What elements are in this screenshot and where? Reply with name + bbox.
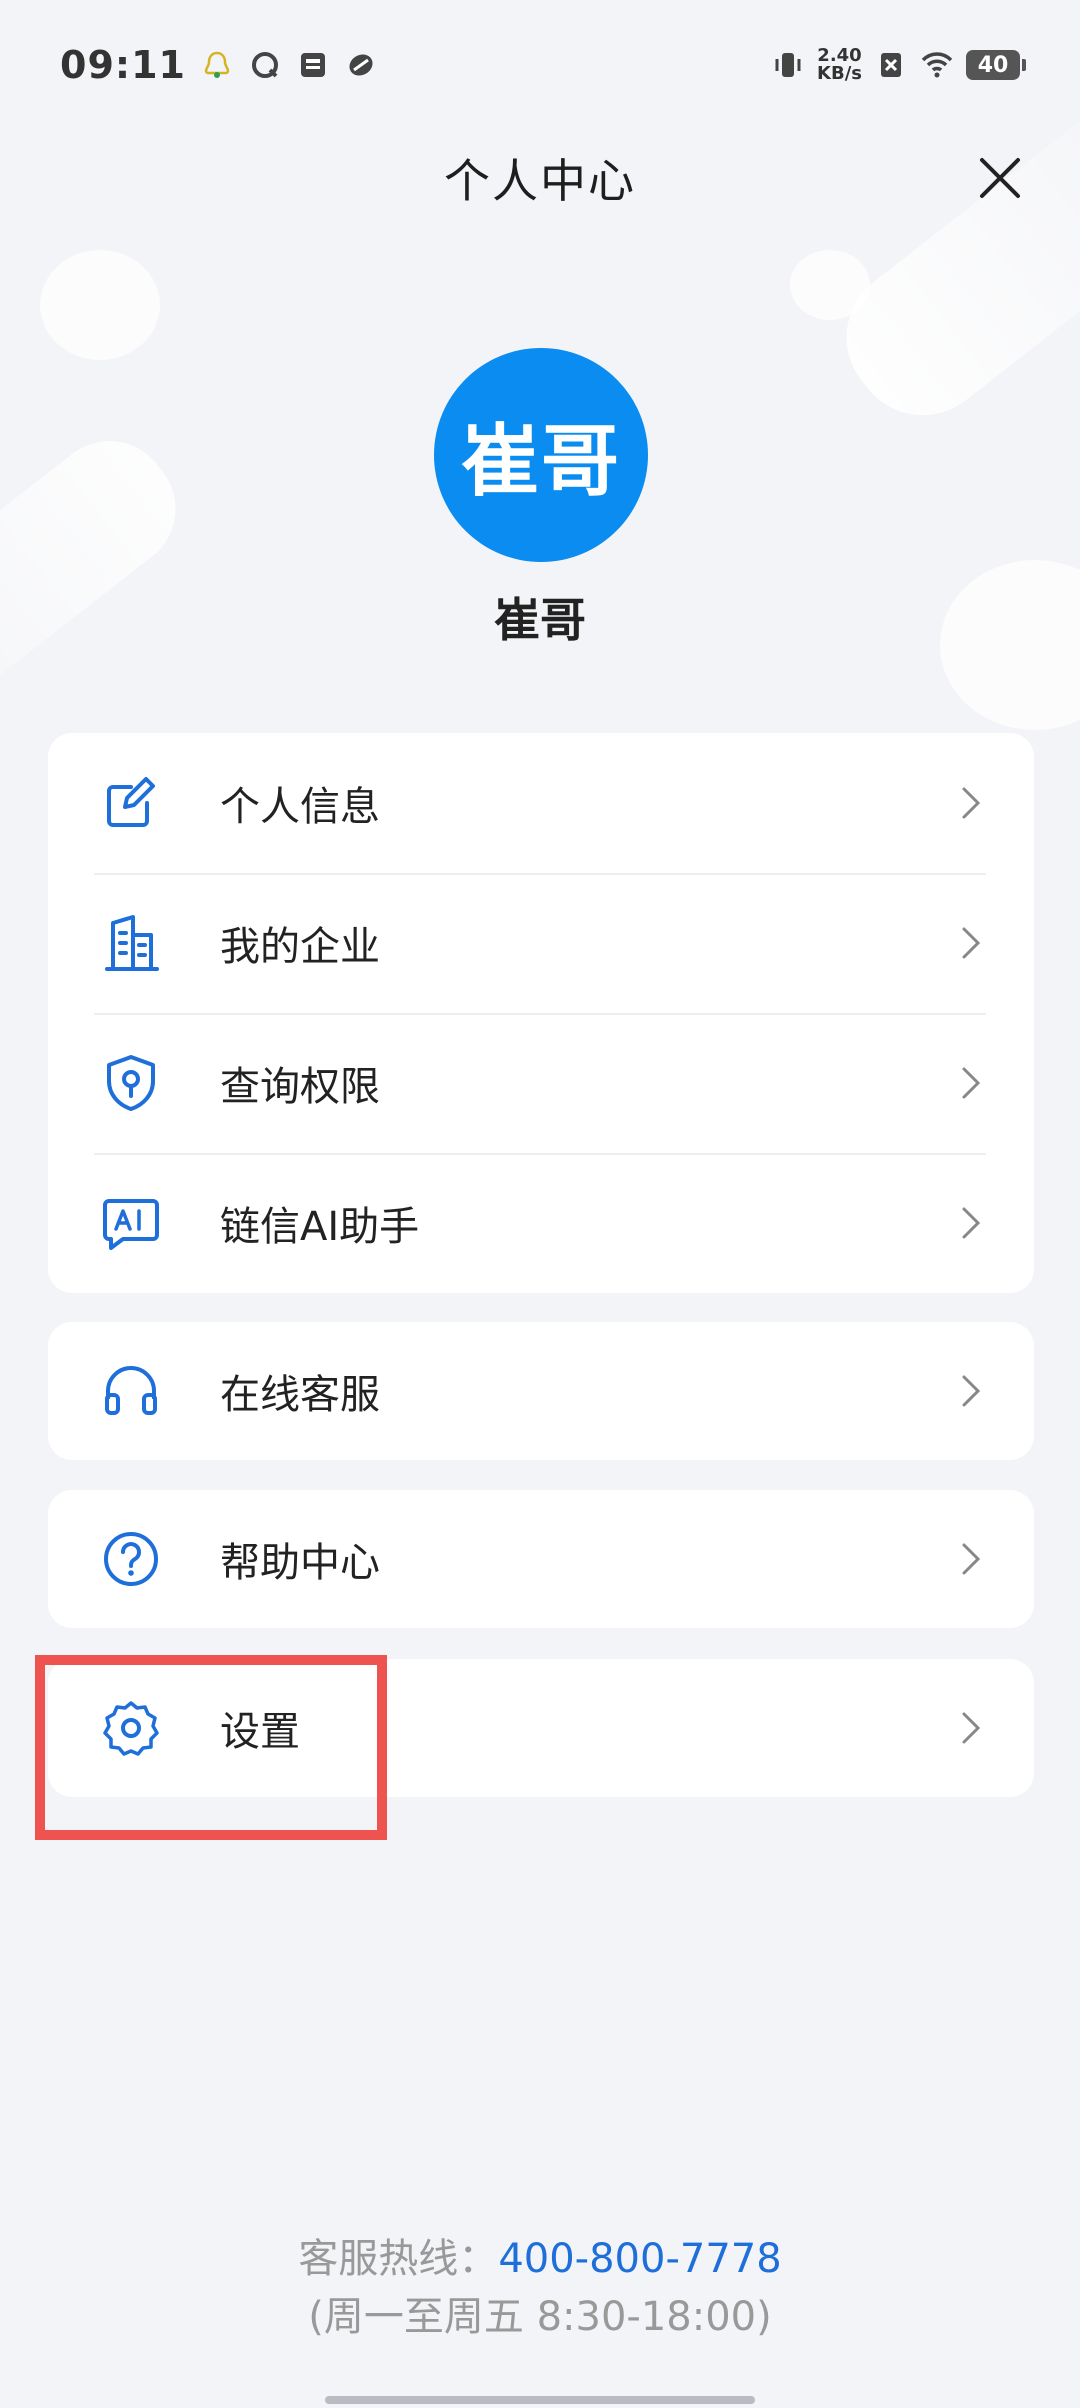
home-indicator[interactable] xyxy=(325,2396,755,2404)
chevron-right-icon xyxy=(962,1712,981,1744)
shield-icon xyxy=(100,1052,162,1114)
menu-item-help-center[interactable]: 帮助中心 xyxy=(48,1490,1034,1628)
chevron-right-icon xyxy=(962,1543,981,1575)
network-speed: 2.40 KB/s xyxy=(817,47,862,83)
close-button[interactable] xyxy=(970,148,1030,208)
menu-item-ai-assistant[interactable]: 链信AI助手 xyxy=(48,1153,1034,1293)
hotline-number-link[interactable]: 400-800-7778 xyxy=(498,2236,781,2282)
page-header: 个人中心 xyxy=(0,130,1080,226)
menu-item-label: 我的企业 xyxy=(220,924,380,970)
chevron-right-icon xyxy=(962,927,981,959)
battery-indicator: 40 xyxy=(966,50,1026,80)
wifi-icon xyxy=(921,52,953,78)
page-title: 个人中心 xyxy=(444,154,636,208)
personal-center-screen: 09:11 2.40 KB/s 40 个人中心 崔哥 崔哥 个人信息 我的企业 … xyxy=(0,0,1080,2408)
menu-item-my-enterprise[interactable]: 我的企业 xyxy=(48,873,1034,1013)
service-hours: (周一至周五 8:30-18:00) xyxy=(308,2294,772,2340)
chevron-right-icon xyxy=(962,1067,981,1099)
avatar-text: 崔哥 xyxy=(460,417,621,507)
edit-icon xyxy=(100,772,162,834)
menu-card-help: 帮助中心 xyxy=(48,1490,1034,1628)
menu-item-personal-info[interactable]: 个人信息 xyxy=(48,733,1034,873)
menu-item-label: 链信AI助手 xyxy=(220,1204,420,1250)
status-bar: 09:11 2.40 KB/s 40 xyxy=(0,0,1080,130)
status-time: 09:11 xyxy=(60,43,186,87)
chevron-right-icon xyxy=(962,787,981,819)
hotline-label: 客服热线： xyxy=(298,2236,499,2282)
status-right: 2.40 KB/s 40 xyxy=(771,47,1026,83)
background-bubble xyxy=(40,250,160,360)
avatar[interactable]: 崔哥 xyxy=(434,348,648,562)
menu-item-label: 查询权限 xyxy=(220,1064,380,1110)
profile-name: 崔哥 xyxy=(494,593,586,647)
customer-hotline: 客服热线：400-800-7778 xyxy=(0,2226,1080,2284)
menu-item-query-permission[interactable]: 查询权限 xyxy=(48,1013,1034,1153)
vibrate-icon xyxy=(775,53,801,77)
chevron-right-icon xyxy=(962,1375,981,1407)
background-bubble xyxy=(790,250,870,320)
notification-app-icon xyxy=(204,51,230,78)
close-icon xyxy=(980,158,1020,198)
question-icon xyxy=(100,1528,162,1590)
inbox-app-icon xyxy=(300,53,325,77)
menu-card-service: 在线客服 xyxy=(48,1322,1034,1460)
status-left: 09:11 xyxy=(60,43,378,87)
network-speed-unit: KB/s xyxy=(817,63,862,84)
menu-card-main: 个人信息 我的企业 查询权限 链信AI助手 xyxy=(48,733,1034,1293)
no-sim-icon xyxy=(881,53,901,77)
menu-item-label: 帮助中心 xyxy=(220,1540,380,1586)
menu-item-label: 个人信息 xyxy=(220,784,380,830)
link-app-icon xyxy=(349,54,373,76)
battery-level: 40 xyxy=(977,52,1009,78)
ai-chat-icon xyxy=(100,1192,162,1254)
chat-app-icon xyxy=(251,52,278,78)
highlight-annotation-box xyxy=(35,1655,387,1840)
building-icon xyxy=(100,912,162,974)
chevron-right-icon xyxy=(962,1207,981,1239)
menu-item-label: 在线客服 xyxy=(220,1372,380,1418)
menu-item-online-service[interactable]: 在线客服 xyxy=(48,1322,1034,1460)
headset-icon xyxy=(100,1360,162,1422)
